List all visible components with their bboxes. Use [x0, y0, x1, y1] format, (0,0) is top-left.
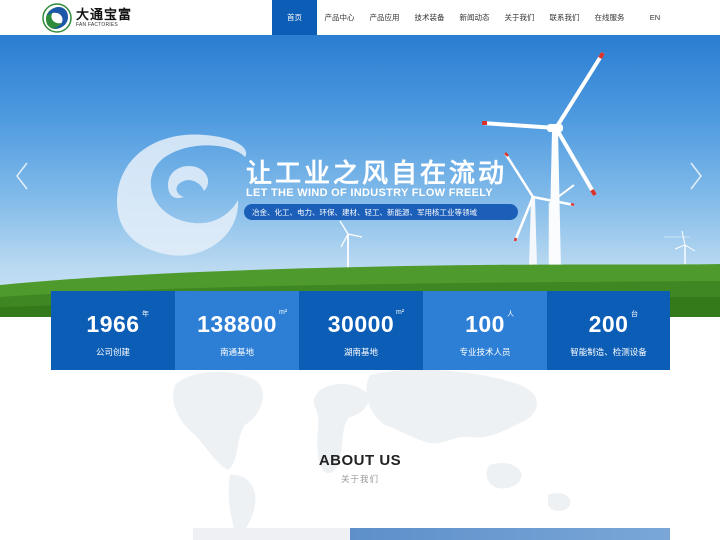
about-image-right: [350, 528, 670, 540]
chevron-left-icon: [16, 162, 28, 190]
hero-swirl-icon: [116, 134, 247, 256]
stat-unit: m²: [396, 309, 405, 316]
about-subtitle: 关于我们: [340, 474, 379, 484]
about-image-left: [193, 528, 350, 540]
stat-technicians: 100 人 专业技术人员: [423, 291, 547, 370]
hero-next-button[interactable]: [686, 158, 706, 194]
page: 大通宝富 FAN FACTORIES 首页 产品中心 产品应用 技术装备 新闻动…: [0, 0, 720, 540]
chevron-right-icon: [690, 162, 702, 190]
nav-item-news[interactable]: 新闻动态: [452, 0, 497, 35]
stats-bar: 1966 年 公司创建 138800 m² 南通基地 30000 m² 湖南基地…: [51, 291, 670, 370]
logo-name-cn: 大通宝富: [76, 7, 133, 22]
stat-label: 南通基地: [219, 347, 254, 357]
stat-unit: 人: [507, 311, 514, 318]
stat-unit: 年: [142, 311, 149, 318]
stat-equipment: 200 台 智能制造、检测设备: [547, 291, 670, 370]
nav-item-applications[interactable]: 产品应用: [362, 0, 407, 35]
stat-hunan-base: 30000 m² 湖南基地: [299, 291, 423, 370]
hero-banner[interactable]: 让工业之风自在流动 LET THE WIND OF INDUSTRY FLOW …: [0, 35, 720, 317]
stat-label: 湖南基地: [343, 347, 378, 357]
nav-item-service[interactable]: 在线服务: [587, 0, 632, 35]
small-turbine-icon: [339, 220, 696, 270]
world-map-background: [173, 369, 571, 537]
nav-item-language[interactable]: EN: [640, 0, 670, 35]
hero-industries-pill: 冶金、化工、电力、环保、建材、轻工、新能源、军用核工业等领域: [244, 204, 518, 220]
header: 大通宝富 FAN FACTORIES 首页 产品中心 产品应用 技术装备 新闻动…: [0, 0, 720, 35]
main-nav: 首页 产品中心 产品应用 技术装备 新闻动态 关于我们 联系我们 在线服务 EN: [272, 0, 670, 35]
stat-number: 100: [465, 311, 505, 337]
nav-item-technology[interactable]: 技术装备: [407, 0, 452, 35]
hero-prev-button[interactable]: [12, 158, 32, 194]
logo-swirl-icon: [42, 3, 72, 33]
stat-label: 公司创建: [95, 347, 130, 357]
logo-name-en: FAN FACTORIES: [76, 22, 118, 28]
stat-number: 1966: [86, 311, 140, 337]
about-title: ABOUT US: [318, 452, 402, 469]
logo-text: 大通宝富 FAN FACTORIES: [76, 7, 132, 29]
stat-number: 200: [588, 311, 629, 337]
nav-item-contact[interactable]: 联系我们: [542, 0, 587, 35]
nav-item-home[interactable]: 首页: [272, 0, 317, 35]
hero-slogan-en: LET THE WIND OF INDUSTRY FLOW FREELY: [246, 187, 493, 199]
nav-item-products[interactable]: 产品中心: [317, 0, 362, 35]
stat-nantong-base: 138800 m² 南通基地: [175, 291, 299, 370]
stat-label: 专业技术人员: [459, 347, 511, 357]
logo[interactable]: 大通宝富 FAN FACTORIES: [42, 3, 132, 33]
stat-unit: m²: [279, 309, 288, 316]
stat-label: 智能制造、检测设备: [570, 347, 647, 357]
nav-item-about[interactable]: 关于我们: [497, 0, 542, 35]
hero-slogan-cn: 让工业之风自在流动: [246, 158, 508, 188]
stat-unit: 台: [631, 311, 638, 318]
stat-number: 30000: [327, 311, 395, 337]
stat-founded: 1966 年 公司创建: [51, 291, 175, 370]
